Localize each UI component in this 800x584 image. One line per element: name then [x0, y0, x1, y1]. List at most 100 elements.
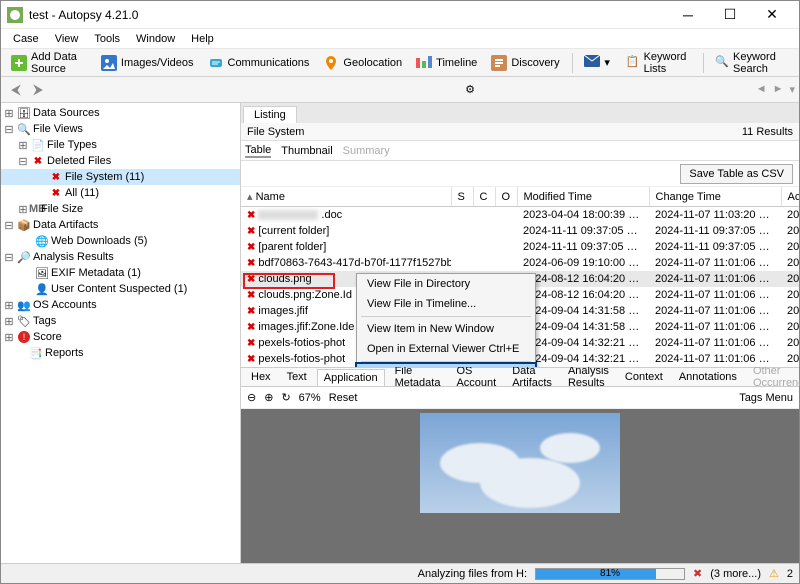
col-ct: Change Time	[649, 187, 781, 207]
tree-reports[interactable]: Reports	[45, 347, 84, 359]
communications-button[interactable]: Communications	[202, 52, 316, 74]
listing-tab[interactable]: Listing	[243, 106, 297, 123]
ctx-extract[interactable]: Extract File(s)	[357, 364, 535, 367]
ctx-view-dir[interactable]: View File in Directory	[357, 274, 535, 294]
keyword-search-button[interactable]: 🔍Keyword Search	[709, 52, 795, 74]
dropdown-icon[interactable]: ▾	[789, 83, 795, 96]
bt-context[interactable]: Context	[619, 369, 669, 385]
tree-score[interactable]: Score	[33, 331, 62, 343]
listing-results: 11 Results	[742, 126, 793, 138]
close-button[interactable]: ✕	[751, 2, 793, 28]
table-row[interactable]: ✖bdf70863-7643-417d-b70f-1177f1527bbc.jp…	[241, 255, 799, 271]
maximize-button[interactable]: ☐	[709, 2, 751, 28]
col-c: C	[473, 187, 495, 207]
menu-view[interactable]: View	[47, 31, 87, 47]
tree-deletedfiles[interactable]: Deleted Files	[47, 155, 111, 167]
nav-back-button[interactable]: ⮜	[5, 80, 27, 100]
deleted-icon: ✖	[247, 258, 255, 269]
accounts-icon: 👥	[17, 298, 31, 312]
list-icon: 📋	[626, 55, 640, 71]
table-row[interactable]: ✖[parent folder]2024-11-11 09:37:05 CST2…	[241, 239, 799, 255]
content-viewer-tabs: Hex Text Application File Metadata OS Ac…	[241, 367, 799, 387]
deleted-icon: ✖	[247, 210, 255, 221]
ctx-view-timeline[interactable]: View File in Timeline...	[357, 294, 535, 314]
col-s: S	[451, 187, 473, 207]
listing-tabstrip: Listing	[241, 103, 799, 123]
tree-filesize[interactable]: File Size	[41, 203, 83, 215]
rotate-button[interactable]: ↻	[281, 391, 290, 404]
subtab-table[interactable]: Table	[245, 144, 271, 158]
pin-right-icon[interactable]: ►	[773, 83, 784, 96]
preview-image	[420, 413, 620, 513]
tree-webdownloads[interactable]: Web Downloads (5)	[51, 235, 147, 247]
warning-icon[interactable]: ⚠	[769, 567, 779, 580]
tree-tags[interactable]: Tags	[33, 315, 56, 327]
search-icon: 🔍	[715, 55, 729, 71]
zoom-out-button[interactable]: ⊖	[247, 391, 256, 404]
filetypes-icon: 📄	[31, 138, 45, 152]
col-o: O	[495, 187, 517, 207]
status-more[interactable]: (3 more...)	[710, 568, 761, 580]
tree-datasources[interactable]: Data Sources	[33, 107, 100, 119]
menu-case[interactable]: Case	[5, 31, 47, 47]
table-row[interactable]: ✖.doc2023-04-04 18:00:39 CST2024-11-07 1…	[241, 207, 799, 224]
datasource-icon: 🗄	[17, 106, 31, 120]
ctx-open-ext[interactable]: Open in External Viewer Ctrl+E	[357, 339, 535, 359]
main-toolbar: Add Data Source Images/Videos Communicat…	[1, 49, 799, 77]
listing-title: File System	[247, 126, 304, 138]
table-row[interactable]: ✖[current folder]2024-11-11 09:37:05 CST…	[241, 223, 799, 239]
add-data-source-button[interactable]: Add Data Source	[5, 52, 93, 74]
mail-button[interactable]: ▾	[578, 52, 616, 74]
app-icon	[7, 7, 23, 23]
tree-exif[interactable]: EXIF Metadata (1)	[51, 267, 141, 279]
zoom-in-button[interactable]: ⊕	[264, 391, 273, 404]
tree-filesystem[interactable]: File System (11)	[65, 171, 144, 183]
bt-application[interactable]: Application	[317, 369, 385, 386]
tags-menu[interactable]: Tags Menu	[739, 392, 793, 404]
tag-icon: 🏷	[17, 314, 31, 328]
bt-text[interactable]: Text	[281, 369, 313, 385]
zoom-level: 67%	[299, 392, 321, 404]
deleted-icon: ✖	[247, 306, 255, 317]
titlebar: test - Autopsy 4.21.0 ─ ☐ ✕	[1, 1, 799, 29]
nav-fwd-button[interactable]: ⮞	[27, 80, 49, 100]
image-preview	[241, 409, 799, 563]
tree-usercontent[interactable]: User Content Suspected (1)	[51, 283, 187, 295]
deleted-icon: ✖	[247, 354, 255, 365]
col-name: ▴ Name	[241, 187, 451, 207]
pin-left-icon[interactable]: ◄	[756, 83, 767, 96]
minimize-button[interactable]: ─	[667, 2, 709, 28]
discovery-button[interactable]: Discovery	[485, 52, 565, 74]
tree-panel[interactable]: ⊞🗄Data Sources ⊟🔍File Views ⊞📄File Types…	[1, 103, 241, 563]
deleted-icon: ✖	[247, 338, 255, 349]
window-title: test - Autopsy 4.21.0	[29, 8, 667, 22]
deleted-icon: ✖	[49, 170, 63, 184]
timeline-button[interactable]: Timeline	[410, 52, 483, 74]
save-table-csv-button[interactable]: Save Table as CSV	[680, 164, 793, 184]
menu-tools[interactable]: Tools	[86, 31, 128, 47]
subtab-summary[interactable]: Summary	[343, 145, 390, 157]
tree-osaccounts[interactable]: OS Accounts	[33, 299, 97, 311]
gear-icon[interactable]: ⚙	[465, 83, 475, 96]
cancel-progress-icon[interactable]: ✖	[693, 567, 702, 580]
tree-analysis[interactable]: Analysis Results	[33, 251, 114, 263]
ctx-view-newwin[interactable]: View Item in New Window	[357, 319, 535, 339]
menu-help[interactable]: Help	[183, 31, 222, 47]
reset-button[interactable]: Reset	[329, 392, 358, 404]
subtab-thumbnail[interactable]: Thumbnail	[281, 145, 332, 157]
tree-filetypes[interactable]: File Types	[47, 139, 97, 151]
user-icon: 👤	[35, 282, 49, 296]
menu-window[interactable]: Window	[128, 31, 183, 47]
tree-all[interactable]: All (11)	[65, 187, 99, 199]
tree-dataartifacts[interactable]: Data Artifacts	[33, 219, 98, 231]
bt-annot[interactable]: Annotations	[673, 369, 743, 385]
nav-bar: ⮜ ⮞ ⚙ ◄ ► ▾	[1, 77, 799, 103]
context-menu: View File in Directory View File in Time…	[356, 273, 536, 367]
images-videos-button[interactable]: Images/Videos	[95, 52, 200, 74]
progress-pct: 81%	[536, 568, 684, 579]
geolocation-button[interactable]: Geolocation	[317, 52, 408, 74]
keyword-lists-button[interactable]: 📋Keyword Lists	[620, 52, 697, 74]
tree-fileviews[interactable]: File Views	[33, 123, 83, 135]
bt-hex[interactable]: Hex	[245, 369, 277, 385]
deleted-icon: ✖	[247, 274, 255, 285]
